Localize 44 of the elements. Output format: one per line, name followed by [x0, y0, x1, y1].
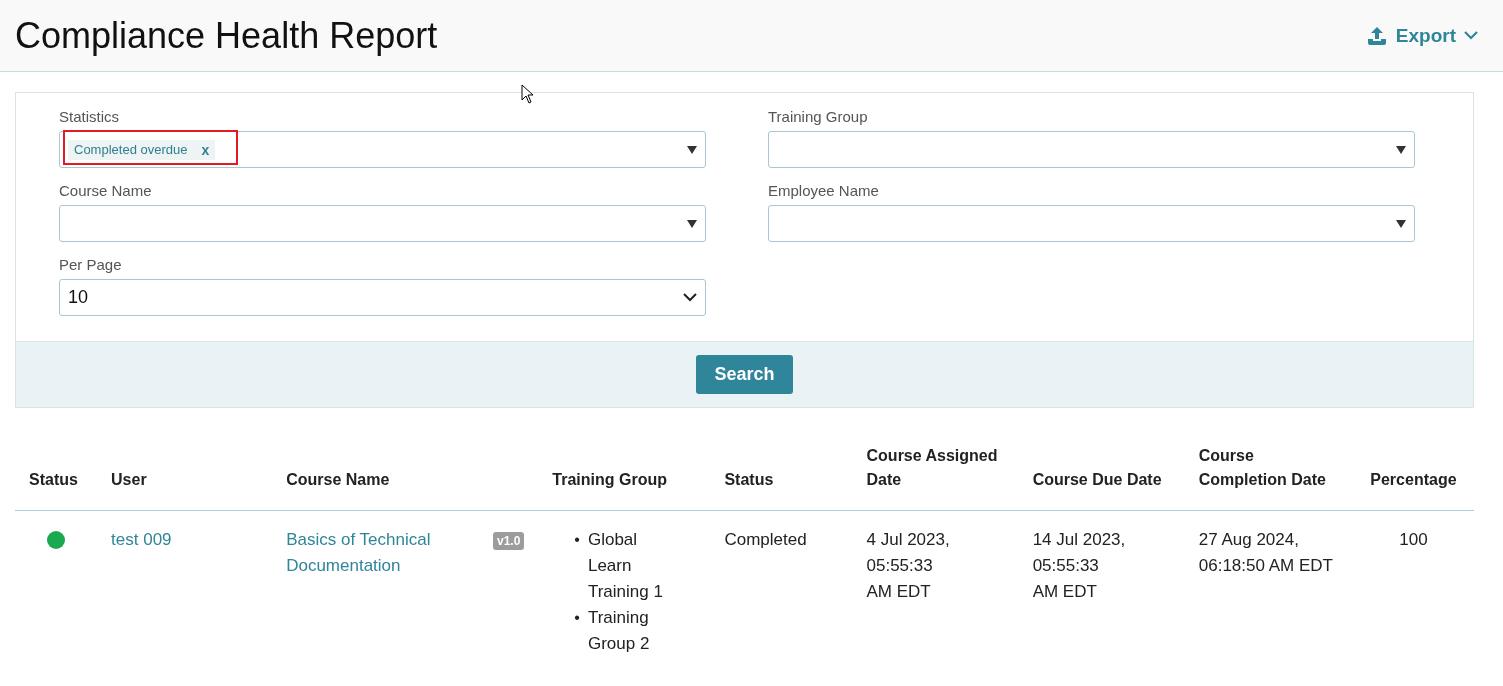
multi-select-field[interactable]: Completed overdue x — [59, 131, 706, 168]
dropdown-caret-icon — [1396, 146, 1406, 154]
course-link[interactable]: Basics of Technical Documentation — [286, 527, 483, 579]
column-header: Status — [710, 444, 853, 511]
field-label: Statistics — [59, 108, 120, 125]
search-button[interactable]: Search — [696, 355, 793, 394]
column-header: User — [97, 444, 273, 511]
column-header: Status — [15, 444, 98, 511]
dropdown-caret-icon — [687, 220, 697, 228]
column-header: Course Due Date — [1018, 444, 1185, 511]
training-group-item: Training Group 2 — [587, 607, 651, 655]
column-header: Course Assigned Date — [852, 444, 1019, 511]
export-button[interactable]: Export — [1365, 24, 1478, 47]
upload-icon — [1365, 25, 1388, 46]
per-page-select[interactable]: 10 — [59, 279, 706, 316]
bullet-mark: • — [574, 530, 580, 550]
dropdown-caret-icon — [1396, 220, 1406, 228]
page-title: Compliance Health Report — [15, 14, 438, 57]
multi-select-field[interactable] — [59, 205, 706, 242]
multi-select-field[interactable] — [768, 205, 1415, 242]
table-cell-text: 4 Jul 2023, 05:55:33 AM EDT — [866, 529, 951, 603]
chevron-down-icon — [683, 293, 697, 302]
column-header: Course Name — [272, 444, 539, 511]
tag-remove-button[interactable]: x — [201, 141, 210, 158]
user-link[interactable]: test 009 — [111, 530, 172, 549]
field-label: Training Group — [768, 108, 869, 125]
column-header: Course Completion Date — [1184, 444, 1353, 511]
version-badge: v1.0 — [492, 532, 525, 550]
multi-select-field[interactable] — [768, 131, 1415, 168]
column-header: Training Group — [538, 444, 711, 511]
bullet-mark: • — [574, 608, 580, 628]
table-cell: Completed — [710, 510, 853, 657]
tag-label: Completed overdue — [74, 142, 188, 157]
column-header: Percentage — [1352, 444, 1474, 511]
field-label: Course Name — [59, 182, 153, 199]
table-cell-text: 14 Jul 2023, 05:55:33 AM EDT — [1032, 529, 1127, 603]
training-group-item: Global Learn Training 1 — [587, 529, 664, 603]
chevron-down-icon — [1464, 31, 1478, 40]
field-label: Per Page — [59, 256, 123, 273]
table-cell: 100 — [1352, 510, 1474, 657]
field-label: Employee Name — [768, 182, 880, 199]
mouse-cursor-icon — [521, 84, 535, 104]
dropdown-caret-icon — [687, 146, 697, 154]
table-cell-text: 27 Aug 2024, 06:18:50 AM EDT — [1198, 529, 1334, 577]
